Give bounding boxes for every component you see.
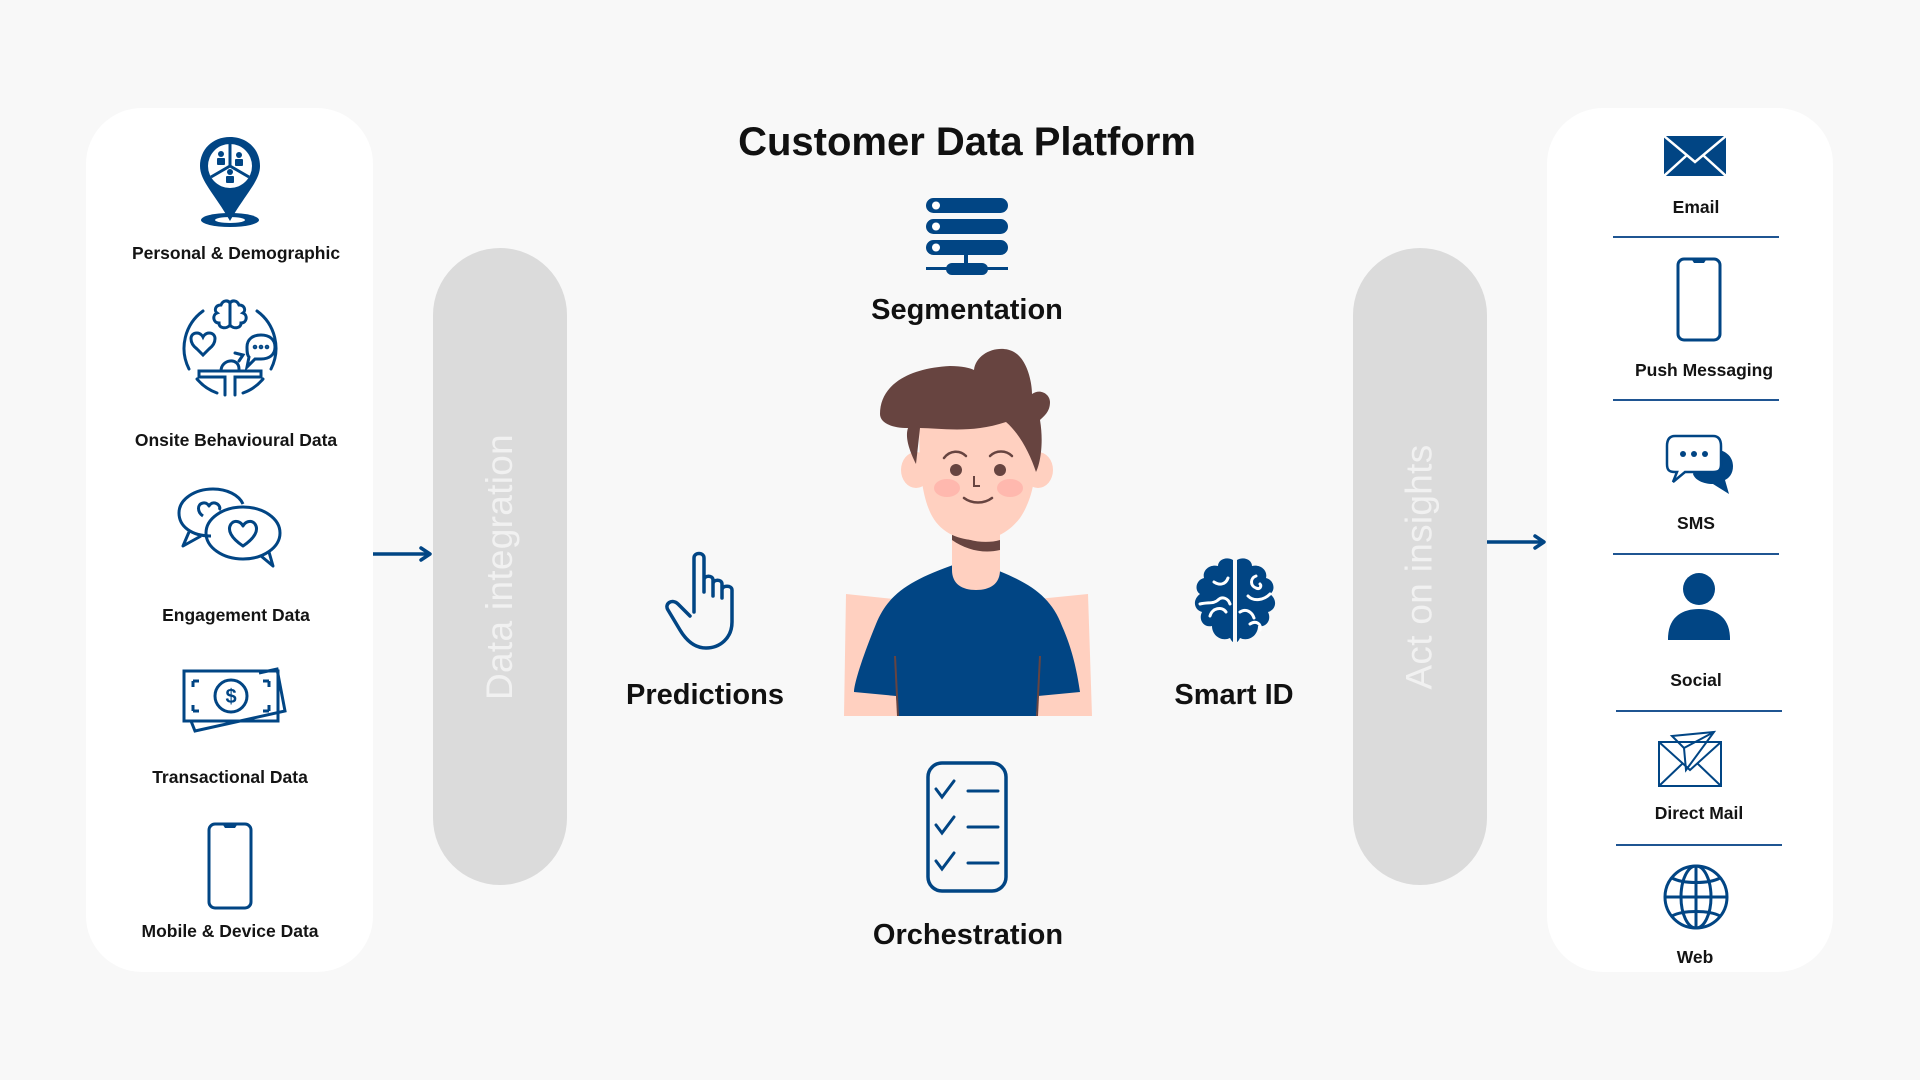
source-label-mobile: Mobile & Device Data xyxy=(141,921,319,941)
act-on-insights-stage: Act on insights xyxy=(1353,248,1487,885)
diagram-title: Customer Data Platform xyxy=(738,120,1196,164)
channel-label-push: Push Messaging xyxy=(1634,360,1774,380)
segmentation-label: Segmentation xyxy=(871,294,1063,326)
predictions-label: Predictions xyxy=(626,679,784,711)
smartphone-icon xyxy=(207,822,253,910)
source-label-behavioural: Onsite Behavioural Data xyxy=(134,430,338,450)
banknote-icon: $ xyxy=(182,667,287,733)
heart-chat-bubbles-icon xyxy=(177,487,282,568)
arrow-to-integration-icon xyxy=(373,546,432,562)
channel-label-web: Web xyxy=(1676,947,1714,967)
channel-divider xyxy=(1616,844,1782,846)
brain-icon xyxy=(1194,558,1276,642)
data-integration-label: Data integration xyxy=(479,433,520,700)
act-on-insights-label: Act on insights xyxy=(1399,443,1441,690)
pointing-hand-icon xyxy=(665,551,734,650)
channel-divider xyxy=(1616,710,1782,712)
channel-label-social: Social xyxy=(1670,670,1722,690)
server-stack-icon xyxy=(926,198,1008,275)
channel-label-sms: SMS xyxy=(1677,513,1715,533)
customer-avatar xyxy=(844,348,1092,716)
envelope-icon xyxy=(1664,136,1726,176)
channel-label-direct-mail: Direct Mail xyxy=(1654,803,1744,823)
channel-divider xyxy=(1613,553,1779,555)
globe-icon xyxy=(1663,864,1729,930)
channel-divider xyxy=(1613,399,1779,401)
channel-label-email: Email xyxy=(1672,197,1720,217)
paper-plane-envelope-icon xyxy=(1658,730,1722,787)
behaviour-circle-icon xyxy=(182,299,278,397)
channel-divider xyxy=(1613,236,1779,238)
data-integration-stage: Data integration xyxy=(433,248,567,885)
checklist-icon xyxy=(926,761,1008,893)
person-icon xyxy=(1668,573,1730,640)
svg-text:$: $ xyxy=(225,686,236,708)
smartphone-icon xyxy=(1676,257,1722,342)
source-label-engagement: Engagement Data xyxy=(162,605,310,625)
source-label-transactional: Transactional Data xyxy=(152,767,308,787)
source-label-personal: Personal & Demographic xyxy=(131,243,341,263)
location-pin-people-icon xyxy=(200,137,260,227)
arrow-to-channels-icon xyxy=(1487,534,1546,550)
chat-bubbles-icon xyxy=(1665,434,1733,494)
smart-id-label: Smart ID xyxy=(1174,679,1294,711)
orchestration-label: Orchestration xyxy=(872,919,1064,951)
